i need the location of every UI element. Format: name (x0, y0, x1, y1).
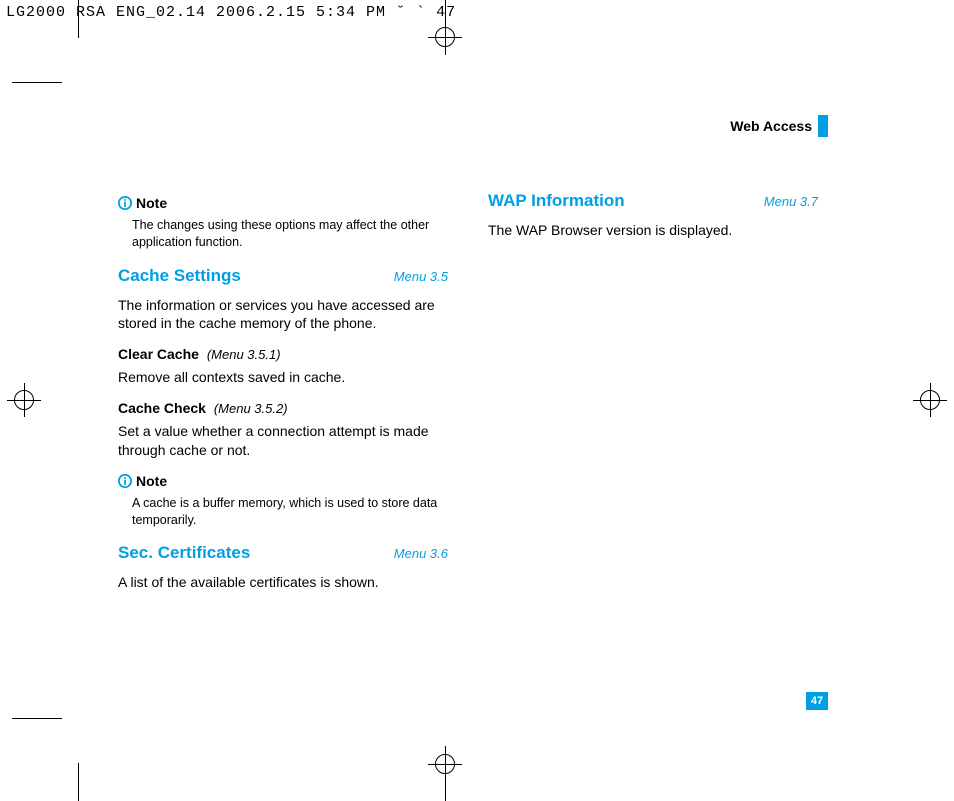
section-menu-ref: Menu 3.7 (764, 193, 818, 211)
note-body: The changes using these options may affe… (132, 217, 448, 251)
subsection-row: Clear Cache (Menu 3.5.1) (118, 345, 448, 364)
section-header-tab (818, 115, 828, 137)
crop-tick (12, 718, 62, 719)
note-label: Note (136, 194, 167, 213)
registration-mark-left (14, 390, 34, 410)
section-body: A list of the available certificates is … (118, 573, 448, 592)
note-block: Note (118, 472, 448, 491)
note-label: Note (136, 472, 167, 491)
note-body: A cache is a buffer memory, which is use… (132, 495, 448, 529)
subsection-body: Remove all contexts saved in cache. (118, 368, 448, 387)
note-block: Note (118, 194, 448, 213)
page: Web Access Note The changes using these … (78, 40, 828, 760)
subsection-menu-ref: (Menu 3.5.2) (214, 401, 288, 416)
section-row: WAP Information Menu 3.7 (488, 190, 818, 213)
section-title-sec-certificates: Sec. Certificates (118, 542, 250, 565)
subsection-row: Cache Check (Menu 3.5.2) (118, 399, 448, 418)
section-header: Web Access (730, 115, 828, 137)
crop-tick (78, 763, 79, 801)
crop-tick (78, 0, 79, 38)
section-title-wap-information: WAP Information (488, 190, 625, 213)
section-menu-ref: Menu 3.5 (394, 268, 448, 286)
subsection-menu-ref: (Menu 3.5.1) (207, 347, 281, 362)
section-title-cache-settings: Cache Settings (118, 265, 241, 288)
doc-meta-header: LG2000 RSA ENG_02.14 2006.2.15 5:34 PM ˘… (6, 4, 456, 21)
info-icon (118, 474, 132, 488)
section-body: The WAP Browser version is displayed. (488, 221, 818, 240)
info-icon (118, 196, 132, 210)
section-header-title: Web Access (730, 118, 812, 134)
subsection-title-clear-cache: Clear Cache (118, 346, 199, 362)
left-column: Note The changes using these options may… (118, 190, 448, 604)
right-column: WAP Information Menu 3.7 The WAP Browser… (488, 190, 818, 604)
section-row: Cache Settings Menu 3.5 (118, 265, 448, 288)
subsection-title-cache-check: Cache Check (118, 400, 206, 416)
subsection-body: Set a value whether a connection attempt… (118, 422, 448, 460)
crop-tick (12, 82, 62, 83)
section-menu-ref: Menu 3.6 (394, 545, 448, 563)
section-row: Sec. Certificates Menu 3.6 (118, 542, 448, 565)
page-number: 47 (806, 692, 828, 710)
content-columns: Note The changes using these options may… (118, 190, 818, 604)
registration-mark-right (920, 390, 940, 410)
section-body: The information or services you have acc… (118, 296, 448, 334)
